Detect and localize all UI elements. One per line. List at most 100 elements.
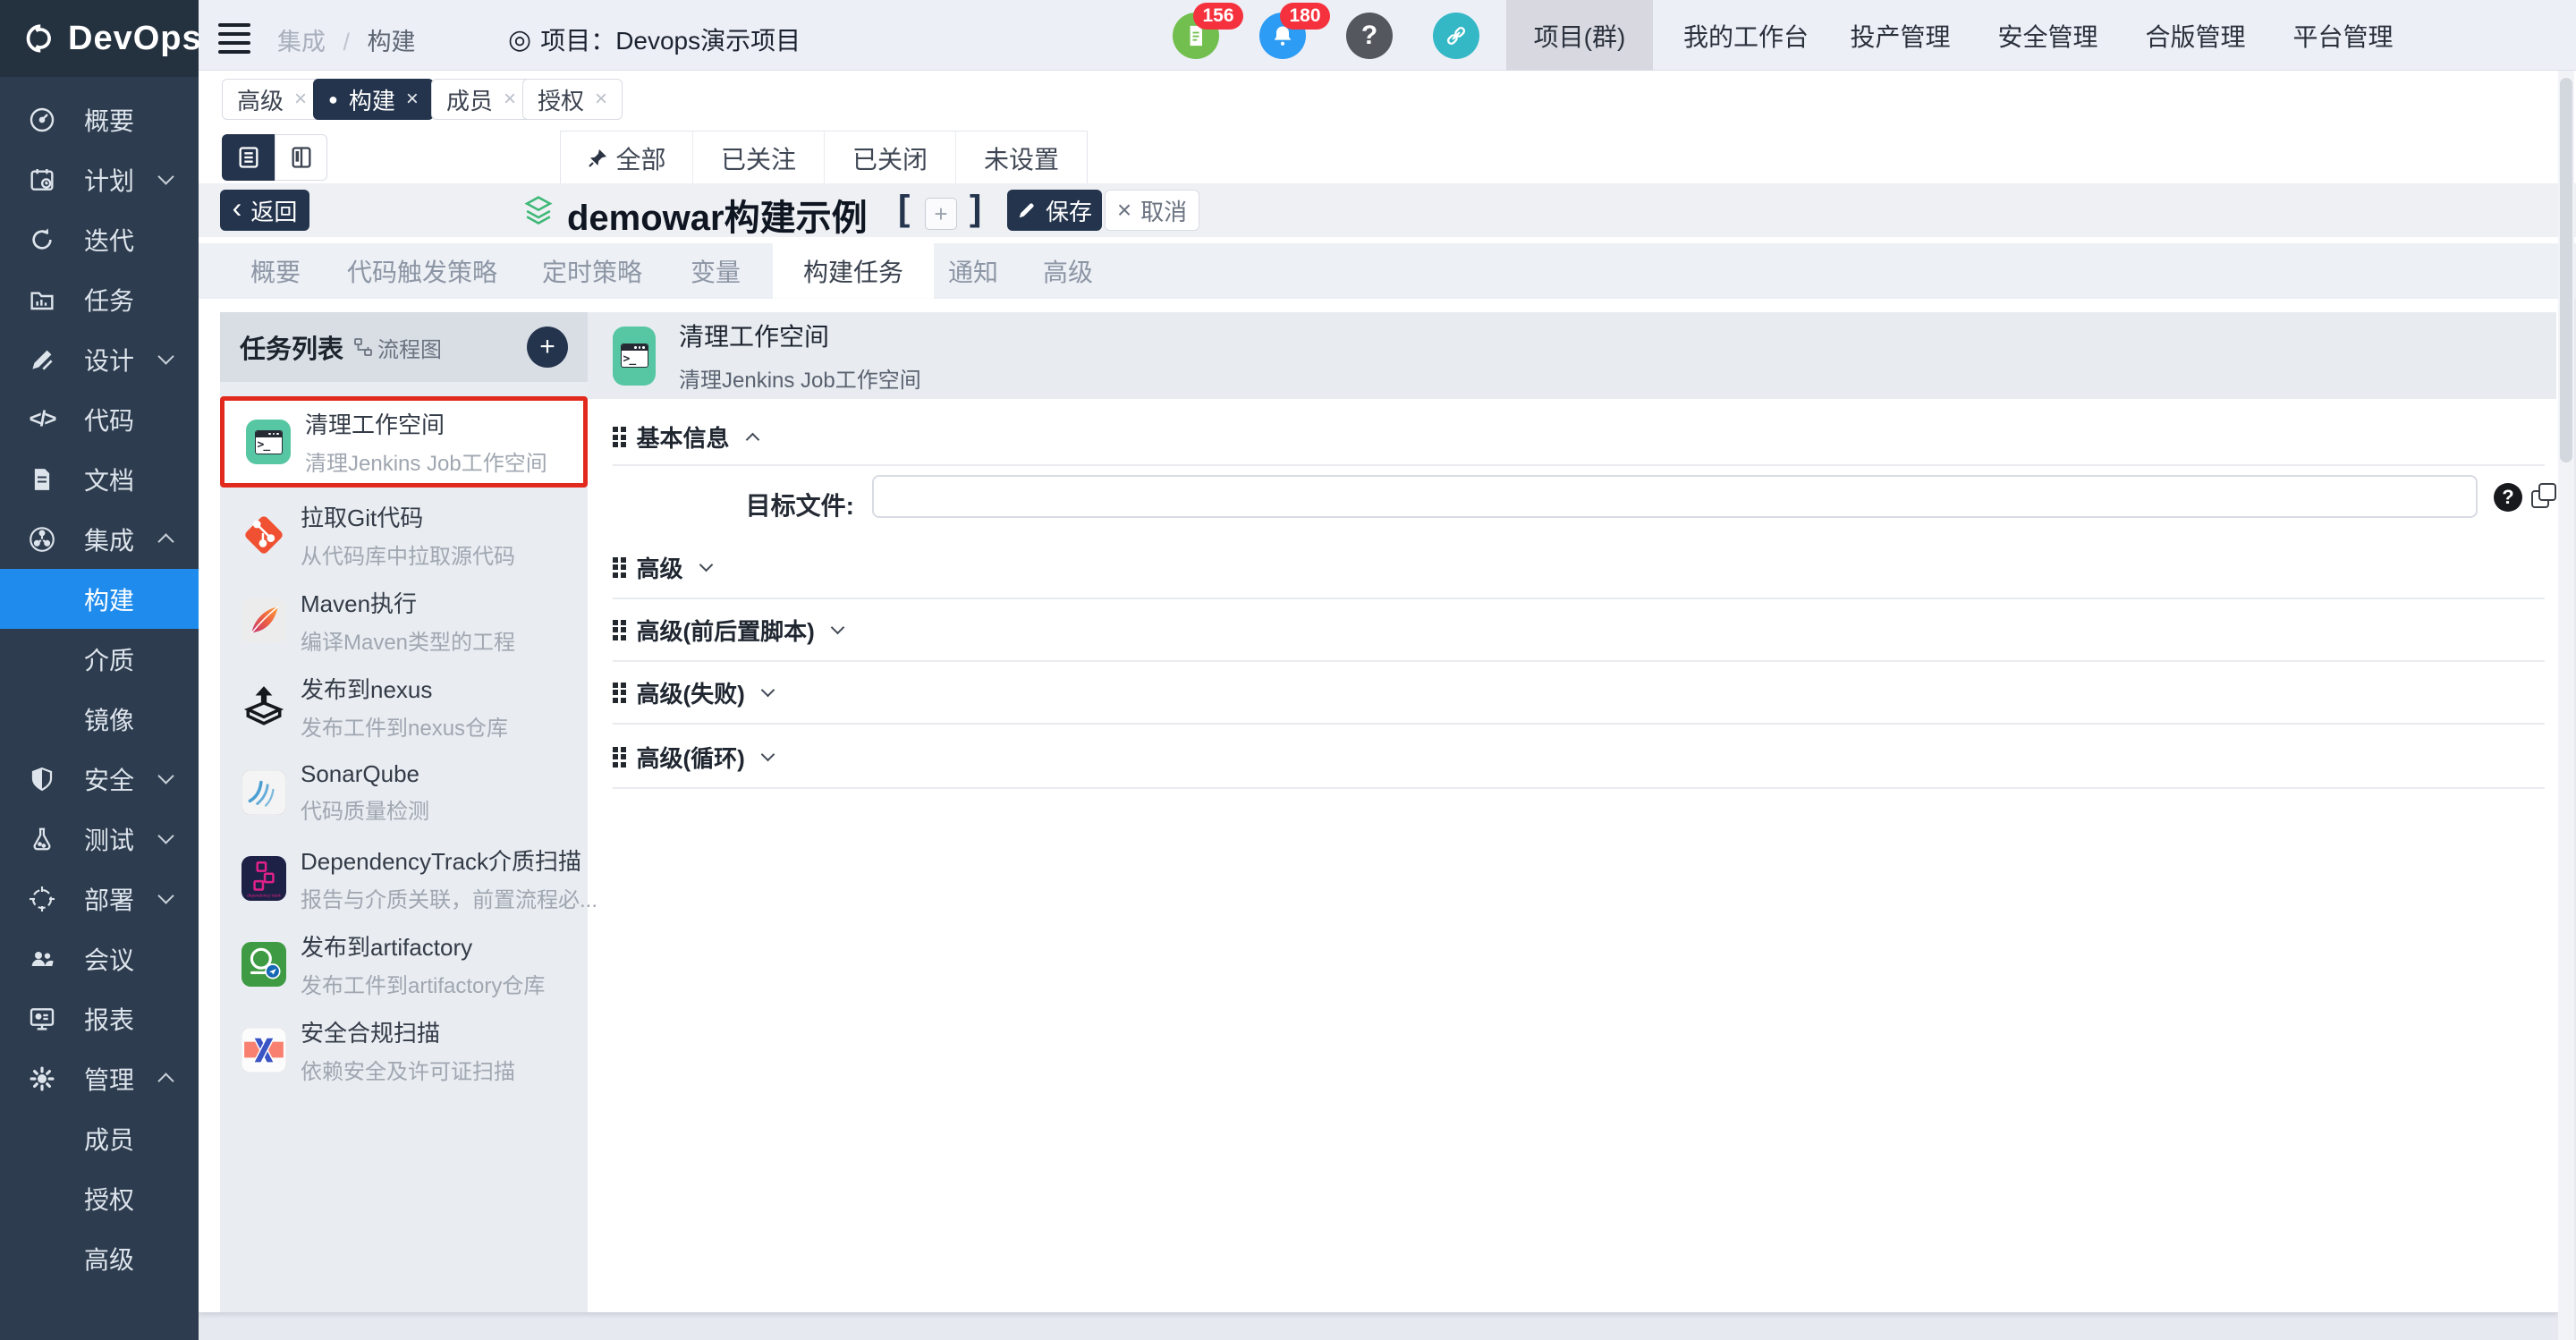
help-button[interactable]: ?: [1346, 13, 1393, 59]
tab-label: 概要: [250, 253, 301, 289]
filter-tab-unset[interactable]: 未设置: [955, 131, 1087, 184]
task-item-git-pull[interactable]: 拉取Git代码 从代码库中拉取源代码: [220, 492, 588, 578]
copy-icon[interactable]: [2531, 483, 2558, 510]
share-link-button[interactable]: [1433, 13, 1479, 59]
back-button[interactable]: ‹ 返回: [220, 190, 309, 231]
sidebar-item-code[interactable]: </> 代码: [0, 389, 199, 449]
close-icon[interactable]: ×: [294, 87, 307, 112]
sidebar-item-label: 计划: [84, 162, 134, 198]
chevron-down-icon: [157, 168, 174, 184]
sidebar-item-tasks[interactable]: 任务: [0, 269, 199, 329]
task-item-sonarqube[interactable]: SonarQube 代码质量检测: [220, 750, 588, 835]
sidebar-item-integration[interactable]: 集成: [0, 509, 199, 569]
tab-chip-authorize[interactable]: 授权 ×: [522, 79, 623, 120]
section-advanced-scripts[interactable]: 高级(前后置脚本): [613, 599, 2545, 662]
app-logo[interactable]: DevOps: [0, 0, 199, 77]
sidebar-item-admin[interactable]: 管理: [0, 1048, 199, 1108]
filter-tab-label: 已关闭: [852, 140, 928, 176]
section-advanced-failure[interactable]: 高级(失败): [613, 662, 2545, 725]
tab-code-trigger[interactable]: 代码触发策略: [347, 243, 497, 299]
flow-chart-label: 流程图: [377, 332, 442, 363]
section-advanced[interactable]: 高级: [613, 537, 2545, 599]
tab-advanced[interactable]: 高级: [1043, 243, 1093, 299]
sidebar-item-design[interactable]: 设计: [0, 329, 199, 389]
sidebar-item-label: 任务: [84, 282, 134, 318]
sidebar-item-advanced[interactable]: 高级: [0, 1228, 199, 1288]
task-item-compliance-scan[interactable]: 安全合规扫描 依赖安全及许可证扫描: [220, 1007, 588, 1093]
sidebar-item-meeting[interactable]: 会议: [0, 929, 199, 988]
section-label: 高级: [637, 551, 683, 584]
sidebar-item-iteration[interactable]: 迭代: [0, 209, 199, 269]
tab-chip-build[interactable]: ● 构建 ×: [313, 79, 434, 120]
field-help-icon[interactable]: ?: [2494, 483, 2522, 512]
monitor-chart-icon: [0, 1005, 84, 1033]
sidebar-item-label: 管理: [84, 1061, 134, 1097]
breadcrumb-integration[interactable]: 集成: [277, 29, 326, 55]
sidebar-item-security[interactable]: 安全: [0, 749, 199, 809]
sidebar-item-build[interactable]: 构建: [0, 569, 199, 629]
sidebar-item-members[interactable]: 成员: [0, 1108, 199, 1168]
board-view-toggle[interactable]: [275, 134, 327, 181]
scrollbar-track: [2558, 71, 2574, 1340]
tab-build-tasks[interactable]: 构建任务: [773, 243, 934, 299]
nav-project-group[interactable]: 项目(群): [1506, 0, 1653, 71]
layers-icon: [522, 195, 555, 227]
section-advanced-loop[interactable]: 高级(循环): [613, 726, 2545, 789]
hamburger-menu-icon[interactable]: [218, 23, 250, 54]
breadcrumb-build[interactable]: 构建: [368, 29, 416, 55]
tab-schedule[interactable]: 定时策略: [542, 243, 642, 299]
save-button[interactable]: 保存: [1007, 190, 1102, 231]
sidebar-item-plan[interactable]: 计划: [0, 149, 199, 209]
sidebar-item-image[interactable]: 镜像: [0, 689, 199, 749]
tab-overview[interactable]: 概要: [250, 243, 301, 299]
section-basic-info[interactable]: 基本信息: [613, 420, 758, 454]
tab-notification[interactable]: 通知: [948, 243, 998, 299]
nav-production-mgmt[interactable]: 投产管理: [1826, 0, 1974, 71]
tab-variables[interactable]: 变量: [691, 243, 741, 299]
filter-tab-closed[interactable]: 已关闭: [824, 131, 955, 184]
chevron-up-icon: [745, 433, 759, 447]
sidebar-item-artifact[interactable]: 介质: [0, 629, 199, 689]
target-file-input[interactable]: [872, 475, 2478, 518]
tab-chip-members[interactable]: 成员 ×: [431, 79, 531, 120]
nav-my-workbench[interactable]: 我的工作台: [1665, 0, 1826, 71]
document-icon: [0, 466, 84, 493]
filter-tab-all[interactable]: 全部: [561, 131, 692, 184]
close-icon[interactable]: ×: [595, 87, 607, 112]
chevron-down-icon: [831, 620, 845, 634]
sidebar-item-overview[interactable]: 概要: [0, 89, 199, 149]
cancel-x-icon: ×: [1117, 196, 1131, 225]
sidebar-item-label: 迭代: [84, 222, 134, 258]
people-icon: [0, 945, 84, 973]
question-icon: ?: [1361, 21, 1377, 51]
sidebar-item-deploy[interactable]: 部署: [0, 869, 199, 929]
task-item-clean-workspace[interactable]: >_ 清理工作空间 清理Jenkins Job工作空间: [220, 396, 588, 488]
task-desc: 从代码库中拉取源代码: [301, 539, 515, 570]
cancel-button[interactable]: × 取消: [1105, 190, 1199, 231]
nav-security-mgmt[interactable]: 安全管理: [1974, 0, 2122, 71]
chip-label: 高级: [237, 83, 284, 116]
task-item-artifactory[interactable]: 发布到artifactory 发布工件到artifactory仓库: [220, 921, 588, 1007]
scrollbar-thumb[interactable]: [2560, 78, 2572, 462]
nav-version-mgmt[interactable]: 合版管理: [2122, 0, 2269, 71]
nav-platform-mgmt[interactable]: 平台管理: [2269, 0, 2417, 71]
list-view-toggle[interactable]: [222, 134, 275, 181]
task-name: 清理工作空间: [305, 407, 547, 440]
filter-tab-followed[interactable]: 已关注: [692, 131, 824, 184]
breadcrumb: 集成 / 构建: [277, 22, 416, 57]
close-icon[interactable]: ×: [406, 87, 419, 112]
task-item-maven[interactable]: Maven执行 编译Maven类型的工程: [220, 578, 588, 664]
close-icon[interactable]: ×: [504, 87, 516, 112]
sidebar-item-authorize[interactable]: 授权: [0, 1168, 199, 1228]
sidebar-item-test[interactable]: 测试: [0, 809, 199, 869]
tab-chip-advanced[interactable]: 高级 ×: [222, 79, 322, 120]
sidebar-item-docs[interactable]: 文档: [0, 449, 199, 509]
nav-label: 安全管理: [1997, 18, 2097, 54]
flow-chart-link[interactable]: 流程图: [352, 332, 442, 363]
add-task-button[interactable]: +: [527, 327, 568, 368]
task-item-nexus[interactable]: 发布到nexus 发布工件到nexus仓库: [220, 664, 588, 750]
add-task-inline-button[interactable]: +: [925, 198, 957, 230]
sidebar-item-report[interactable]: 报表: [0, 988, 199, 1048]
toolbar-row: 全部 已关注 已关闭 未设置: [199, 123, 2576, 183]
task-item-dependencytrack[interactable]: dependency track DependencyTrack介质扫描 报告与…: [220, 835, 588, 921]
